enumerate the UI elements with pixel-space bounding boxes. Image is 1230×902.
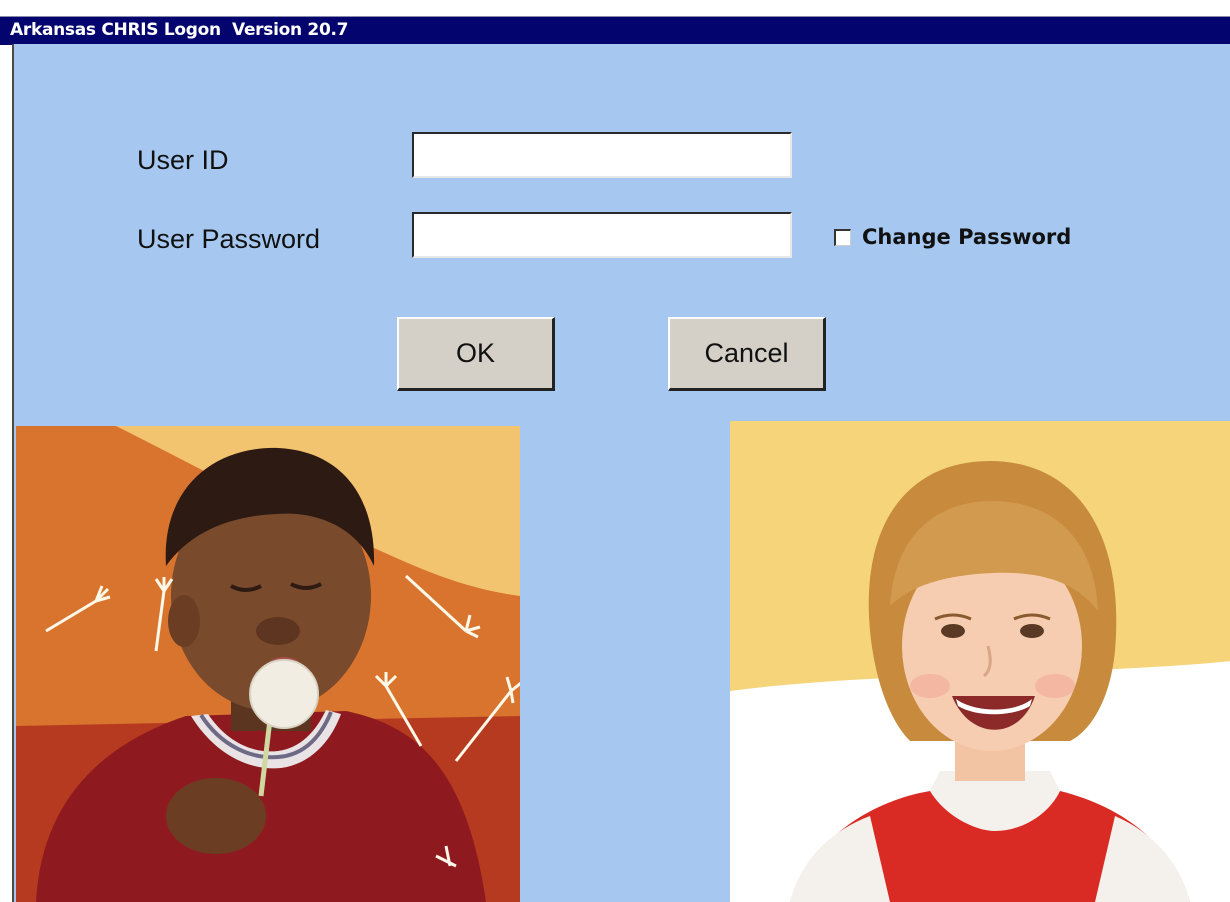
ok-button[interactable]: OK (397, 317, 555, 391)
checkbox-square[interactable] (834, 228, 851, 246)
boy-dandelion-photo (16, 426, 520, 902)
user-id-input[interactable] (412, 132, 792, 178)
title-bar[interactable]: Arkansas CHRIS Logon Version 20.7 (0, 16, 1230, 45)
smiling-girl-photo (730, 421, 1230, 902)
logon-window: Arkansas CHRIS Logon Version 20.7 User I… (0, 0, 1230, 902)
user-id-label: User ID (137, 145, 229, 175)
user-password-label: User Password (137, 224, 321, 254)
change-password-label: Change Password (862, 225, 1072, 249)
change-password-checkbox[interactable]: Change Password (834, 225, 1071, 249)
window-title: Arkansas CHRIS Logon Version 20.7 (10, 20, 349, 40)
cancel-button[interactable]: Cancel (668, 317, 826, 391)
user-password-input[interactable] (412, 212, 792, 258)
logon-panel: User ID User Password Change Password OK… (12, 44, 1230, 902)
